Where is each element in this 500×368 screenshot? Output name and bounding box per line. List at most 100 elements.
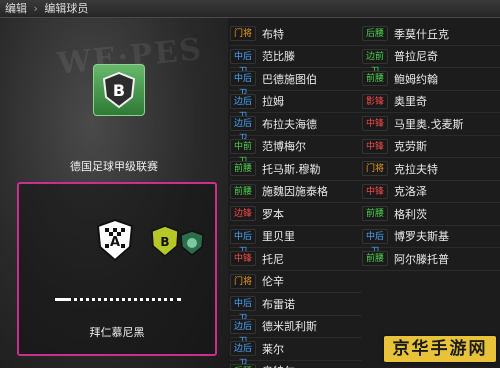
player-row[interactable]: 中后卫范比滕 [230, 46, 362, 77]
player-name: 克劳斯 [394, 140, 427, 154]
position-badge: 门将 [362, 161, 388, 177]
position-badge: 中前卫 [230, 138, 256, 167]
position-badge: 边后卫 [230, 318, 256, 347]
league-badge-icon[interactable]: B [93, 64, 145, 116]
svg-text:A: A [110, 235, 120, 250]
position-badge: 中后卫 [230, 71, 256, 99]
player-name: 马里奥.戈麦斯 [394, 117, 464, 131]
player-row[interactable]: 边锋 罗本 [230, 203, 362, 226]
player-name: 布雷诺 [262, 297, 295, 311]
position-badge: 后腰 [230, 363, 256, 368]
position-badge: 门将 [230, 26, 256, 42]
player-name: 克拉夫特 [394, 162, 438, 176]
team-name: 拜仁慕尼黑 [89, 326, 145, 339]
player-roster: 门将布特中后卫范比滕中后卫巴德施图伯边后卫拉姆边后卫布拉夫海德中前卫范博梅尔前腰… [228, 18, 500, 368]
player-name: 罗本 [262, 207, 284, 221]
player-row[interactable]: 中后卫里贝里 [230, 226, 362, 257]
player-row[interactable]: 边后卫莱尔 [230, 338, 362, 368]
tertiary-crest-icon [180, 230, 204, 256]
player-name: 拉姆 [262, 95, 284, 109]
roster-column-right: 后腰季莫什丘克边前卫普拉尼奇前腰鲍姆约翰影锋奥里奇中锋马里奥.戈麦斯中锋克劳斯门… [362, 23, 500, 271]
position-badge: 中后卫 [230, 296, 256, 324]
position-badge: 门将 [230, 273, 256, 289]
player-row[interactable]: 中锋 克洛泽 [362, 181, 500, 203]
loading-progress-fill [55, 298, 71, 301]
player-name: 博罗夫斯基 [394, 230, 449, 244]
breadcrumb: 编辑 › 编辑球员 [0, 0, 500, 18]
position-badge: 中锋 [362, 138, 388, 154]
position-badge: 边后卫 [230, 341, 256, 368]
player-name: 布特 [262, 27, 284, 41]
breadcrumb-item-edit[interactable]: 编辑 [5, 2, 27, 15]
secondary-crest-icon: B [151, 225, 179, 257]
selected-team-card[interactable]: A B 拜仁慕尼黑 [17, 182, 217, 356]
league-team-panel: WE·PES B 德国足球甲级联赛 A B 拜仁慕尼黑 [0, 18, 228, 368]
player-name: 伦辛 [262, 275, 284, 289]
position-badge: 前腰 [230, 183, 256, 199]
breadcrumb-item-edit-player: 编辑球员 [44, 2, 89, 15]
player-name: 布拉夫海德 [262, 117, 317, 131]
player-row[interactable]: 中锋 克劳斯 [362, 136, 500, 158]
player-row[interactable]: 边后卫拉姆 [230, 91, 362, 122]
player-name: 巴德施图伯 [262, 72, 317, 86]
position-badge: 中后卫 [362, 228, 388, 257]
player-name: 德米凯利斯 [262, 320, 317, 334]
position-badge: 中锋 [362, 116, 388, 132]
position-badge: 中锋 [362, 183, 388, 199]
player-row[interactable]: 前腰 托马斯.穆勒 [230, 158, 362, 181]
player-name: 季莫什丘克 [394, 27, 449, 41]
player-name: 托尼 [262, 252, 284, 266]
position-badge: 边前卫 [362, 48, 388, 77]
player-row[interactable]: 边后卫布拉夫海德 [230, 113, 362, 144]
player-name: 格利茨 [394, 207, 427, 221]
site-watermark: 京华手游网 [384, 336, 496, 362]
position-badge: 前腰 [230, 161, 256, 177]
player-name: 阿尔滕托普 [394, 252, 449, 266]
player-name: 奥里奇 [394, 95, 427, 109]
player-row[interactable]: 后腰 奥特尔 [230, 361, 362, 368]
league-name: 德国足球甲级联赛 [70, 160, 158, 173]
position-badge: 中后卫 [230, 228, 256, 257]
player-row[interactable]: 前腰 格利茨 [362, 203, 500, 226]
player-row[interactable]: 影锋 奥里奇 [362, 91, 500, 113]
player-row[interactable]: 边前卫普拉尼奇 [362, 46, 500, 77]
position-badge: 边后卫 [230, 93, 256, 122]
player-name: 奥特尔 [262, 363, 295, 368]
player-name: 托马斯.穆勒 [262, 162, 321, 176]
shield-icon: B [102, 71, 136, 109]
player-name: 施魏因施泰格 [262, 185, 328, 199]
player-row[interactable]: 门将 布特 [230, 23, 362, 46]
player-name: 普拉尼奇 [394, 50, 438, 64]
player-row[interactable]: 前腰 阿尔滕托普 [362, 248, 500, 271]
player-row[interactable]: 中锋 托尼 [230, 248, 362, 271]
player-name: 鲍姆约翰 [394, 72, 438, 86]
position-badge: 边后卫 [230, 116, 256, 144]
svg-text:B: B [160, 235, 169, 249]
breadcrumb-separator: › [33, 2, 38, 15]
player-row[interactable]: 前腰 施魏因施泰格 [230, 181, 362, 203]
player-row[interactable]: 后腰 季莫什丘克 [362, 23, 500, 46]
player-row[interactable]: 中锋 马里奥.戈麦斯 [362, 113, 500, 136]
player-row[interactable]: 中后卫布雷诺 [230, 293, 362, 324]
player-name: 范博梅尔 [262, 140, 306, 154]
player-name: 莱尔 [262, 342, 284, 356]
position-badge: 后腰 [362, 26, 388, 42]
player-row[interactable]: 中后卫巴德施图伯 [230, 68, 362, 99]
position-badge: 前腰 [362, 206, 388, 222]
team-crest-icon: A [96, 218, 134, 262]
position-badge: 前腰 [362, 251, 388, 267]
player-row[interactable]: 中前卫范博梅尔 [230, 136, 362, 167]
loading-progress-bar [55, 298, 181, 302]
position-badge: 中锋 [230, 251, 256, 267]
player-row[interactable]: 中后卫博罗夫斯基 [362, 226, 500, 257]
player-name: 里贝里 [262, 230, 295, 244]
roster-column-left: 门将布特中后卫范比滕中后卫巴德施图伯边后卫拉姆边后卫布拉夫海德中前卫范博梅尔前腰… [230, 23, 362, 368]
position-badge: 影锋 [362, 93, 388, 109]
svg-text:B: B [113, 81, 125, 100]
player-row[interactable]: 门将 伦辛 [230, 271, 362, 293]
position-badge: 中后卫 [230, 48, 256, 77]
player-row[interactable]: 门将 克拉夫特 [362, 158, 500, 181]
player-row[interactable]: 边后卫德米凯利斯 [230, 316, 362, 347]
player-row[interactable]: 前腰 鲍姆约翰 [362, 68, 500, 91]
player-name: 范比滕 [262, 50, 295, 64]
